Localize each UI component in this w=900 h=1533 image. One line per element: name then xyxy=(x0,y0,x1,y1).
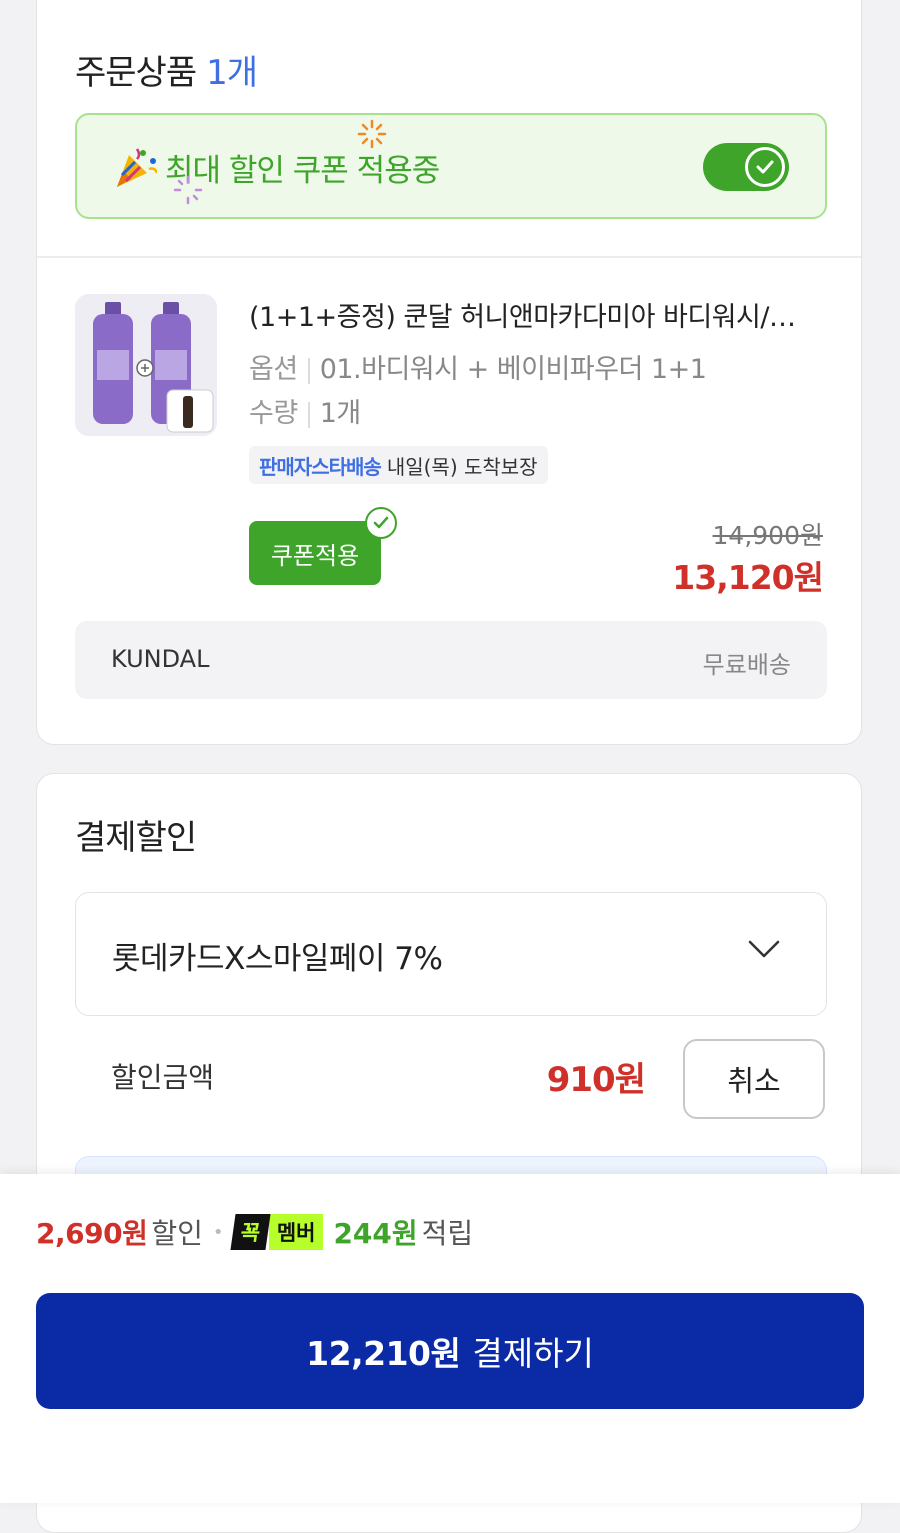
order-items-title: 주문상품 1개 xyxy=(75,45,258,94)
max-coupon-banner: 최대 할인 쿠폰 적용중 xyxy=(75,113,827,219)
cancel-discount-button[interactable]: 취소 xyxy=(683,1039,825,1119)
final-price: 13,120원 xyxy=(672,558,824,597)
selected-card-discount: 롯데카드X스마일페이 7% xyxy=(112,941,443,977)
option-label: 옵션 xyxy=(249,354,298,385)
coupon-applied-button[interactable]: 쿠폰적용 xyxy=(249,507,397,585)
divider xyxy=(37,256,861,258)
reward-points: 244원 xyxy=(333,1217,418,1250)
card-discount-select[interactable]: 롯데카드X스마일페이 7% xyxy=(75,892,827,1016)
chevron-down-icon xyxy=(748,940,780,958)
coupon-toggle[interactable] xyxy=(703,143,789,191)
member-badge-m: 멤버 xyxy=(268,1214,324,1250)
seller-name[interactable]: KUNDAL xyxy=(111,645,209,673)
product-thumbnail[interactable] xyxy=(75,294,217,436)
shipping-fee: 무료배송 xyxy=(702,651,791,679)
separator-dot: • xyxy=(212,1221,224,1243)
payment-discount-title: 결제할인 xyxy=(75,818,197,858)
seller-row: KUNDAL 무료배송 xyxy=(75,621,827,699)
check-icon xyxy=(745,147,785,187)
star-delivery-brand: 판매자스타배송 xyxy=(259,454,382,479)
product-bottles-image xyxy=(75,294,217,436)
order-items-count: 1개 xyxy=(206,53,258,93)
product-name[interactable]: (1+1+증정) 쿤달 허니앤마카다미아 바디워시/… xyxy=(249,295,829,334)
discount-amount-label: 할인금액 xyxy=(111,1061,215,1094)
reward-word: 적립 xyxy=(421,1217,474,1250)
total-discount: 2,690원 xyxy=(36,1217,148,1250)
sparkle-icon xyxy=(357,119,387,149)
check-icon xyxy=(365,507,397,539)
coupon-applied-label: 쿠폰적용 xyxy=(270,541,360,570)
member-badge-k: 꾝 xyxy=(230,1214,272,1250)
order-items-card: 주문상품 1개 최대 할인 쿠폰 적용중 (1+1+증정) 쿤달 허니앤마카다미… xyxy=(36,0,862,745)
member-badge: 꾝 멤버 xyxy=(230,1214,324,1250)
option-value: 01.바디워시 + 베이비파우더 1+1 xyxy=(319,354,707,385)
delivery-guarantee: 내일(목) 도착보장 xyxy=(386,454,538,479)
original-price: 14,900원 xyxy=(712,521,823,550)
party-popper-icon xyxy=(117,148,157,187)
order-items-title-label: 주문상품 xyxy=(75,53,197,93)
sparkle-icon xyxy=(173,175,203,205)
coupon-banner-text: 최대 할인 쿠폰 적용중 xyxy=(165,153,440,189)
quantity-value: 1개 xyxy=(319,398,362,429)
pay-label: 결제하기 xyxy=(472,1334,594,1373)
pay-button[interactable]: 12,210원 결제하기 xyxy=(36,1293,864,1409)
discount-amount: 910원 xyxy=(546,1060,646,1100)
product-quantity: 수량 1개 xyxy=(249,391,361,430)
quantity-label: 수량 xyxy=(249,398,298,429)
discount-word: 할인 xyxy=(151,1217,203,1250)
checkout-summary: 2,690원 할인 • 꾝 멤버 244원 적립 xyxy=(36,1212,473,1252)
delivery-badge: 판매자스타배송 내일(목) 도착보장 xyxy=(249,446,548,484)
checkout-bar: 2,690원 할인 • 꾝 멤버 244원 적립 12,210원 결제하기 xyxy=(0,1174,900,1503)
product-option: 옵션 01.바디워시 + 베이비파우더 1+1 xyxy=(249,347,707,386)
pay-amount: 12,210원 xyxy=(306,1334,461,1373)
